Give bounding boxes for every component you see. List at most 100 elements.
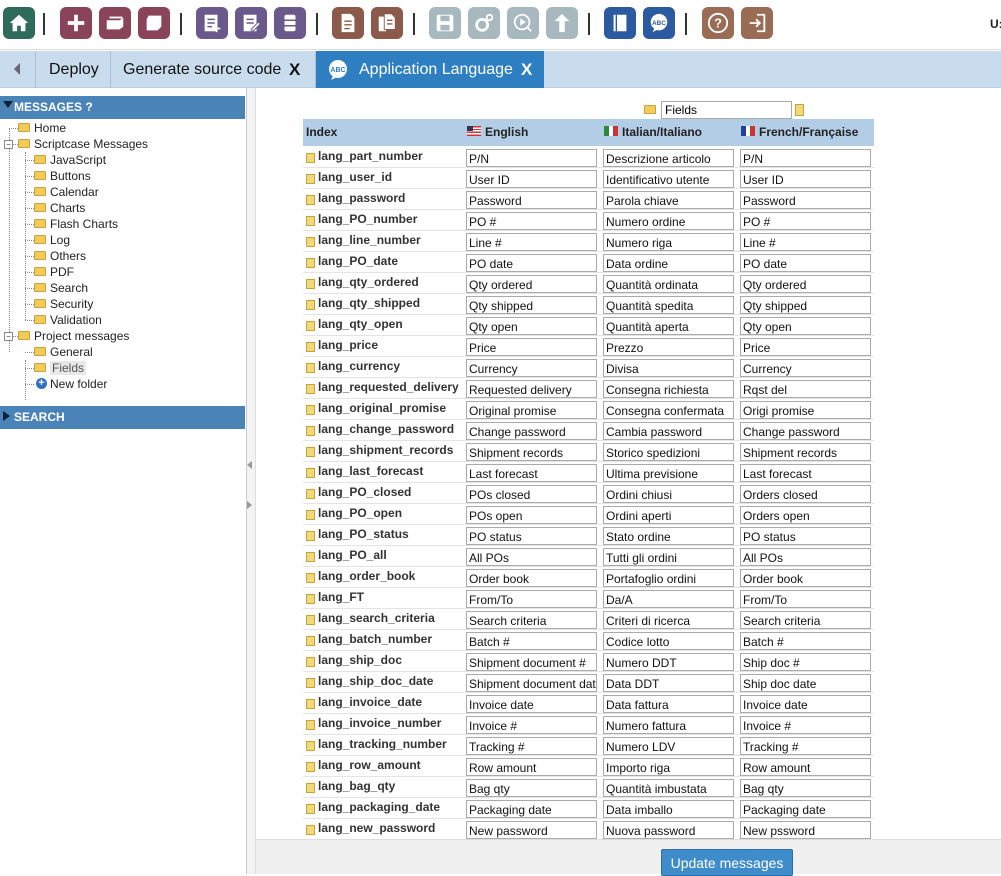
english-input[interactable]: Search criteria [466,611,597,629]
english-input[interactable]: Qty shipped [466,296,597,314]
settings-icon[interactable] [468,7,500,39]
english-input[interactable]: All POs [466,548,597,566]
french-input[interactable]: Qty ordered [740,275,871,293]
new-app-icon[interactable] [196,7,228,39]
search-header[interactable]: SEARCH [0,406,245,429]
update-messages-button[interactable]: Update messages [661,849,793,876]
english-input[interactable]: Batch # [466,632,597,650]
french-input[interactable]: Price [740,338,871,356]
tab-back-button[interactable] [0,51,36,88]
tree-item-search[interactable]: Search [34,280,200,296]
add-icon[interactable] [60,7,92,39]
english-input[interactable]: Price [466,338,597,356]
english-input[interactable]: Order book [466,569,597,587]
language-icon[interactable]: ABC [643,7,675,39]
english-input[interactable]: User ID [466,170,597,188]
tree-item-flash-charts[interactable]: Flash Charts [34,216,200,232]
italian-input[interactable]: Criteri di ricerca [603,611,734,629]
filter-input[interactable] [661,101,792,119]
italian-input[interactable]: Ordini chiusi [603,485,734,503]
open-project-icon[interactable] [99,7,131,39]
tree-item-others[interactable]: Others [34,248,200,264]
french-input[interactable]: From/To [740,590,871,608]
french-input[interactable]: Line # [740,233,871,251]
messages-header[interactable]: MESSAGES ? [0,96,245,119]
english-input[interactable]: PO # [466,212,597,230]
french-input[interactable]: Last forecast [740,464,871,482]
tree-item-new-folder[interactable]: + New folder [34,376,200,392]
french-input[interactable]: Password [740,191,871,209]
english-input[interactable]: P/N [466,149,597,167]
database-icon[interactable] [274,7,306,39]
italian-input[interactable]: Numero riga [603,233,734,251]
french-input[interactable]: P/N [740,149,871,167]
italian-input[interactable]: Numero fattura [603,716,734,734]
splitter[interactable] [247,88,256,874]
italian-input[interactable]: Consegna confermata [603,401,734,419]
english-input[interactable]: Row amount [466,758,597,776]
english-input[interactable]: Bag qty [466,779,597,797]
collapse-toggle-icon[interactable]: − [4,332,13,341]
italian-input[interactable]: Numero LDV [603,737,734,755]
tab-application-language[interactable]: ABC Application Language X [316,51,544,88]
italian-input[interactable]: Data fattura [603,695,734,713]
french-input[interactable]: Packaging date [740,800,871,818]
french-input[interactable]: All POs [740,548,871,566]
deploy-icon[interactable] [546,7,578,39]
english-input[interactable]: Password [466,191,597,209]
italian-input[interactable]: Parola chiave [603,191,734,209]
italian-input[interactable]: Divisa [603,359,734,377]
collapse-toggle-icon[interactable]: − [4,140,13,149]
italian-input[interactable]: Da/A [603,590,734,608]
french-input[interactable]: Invoice date [740,695,871,713]
tab-generate-source-code[interactable]: Generate source code X [111,51,316,88]
documents-icon[interactable] [371,7,403,39]
italian-input[interactable]: Prezzo [603,338,734,356]
close-icon[interactable]: X [289,60,300,80]
french-input[interactable]: Search criteria [740,611,871,629]
english-input[interactable]: Last forecast [466,464,597,482]
english-input[interactable]: Line # [466,233,597,251]
french-input[interactable]: PO date [740,254,871,272]
french-input[interactable]: PO status [740,527,871,545]
italian-input[interactable]: Numero ordine [603,212,734,230]
run-icon[interactable] [507,7,539,39]
english-input[interactable]: Shipment records [466,443,597,461]
tree-item-security[interactable]: Security [34,296,200,312]
english-input[interactable]: Shipment document # [466,653,597,671]
french-input[interactable]: New pssword [740,821,871,839]
tree-item-javascript[interactable]: JavaScript [34,152,200,168]
french-input[interactable]: Row amount [740,758,871,776]
italian-input[interactable]: Quantità imbustata [603,779,734,797]
french-input[interactable]: Origi promise [740,401,871,419]
italian-input[interactable]: Ordini aperti [603,506,734,524]
french-input[interactable]: User ID [740,170,871,188]
french-input[interactable]: Rqst del [740,380,871,398]
english-input[interactable]: Shipment document date [466,674,597,692]
tab-deploy[interactable]: Deploy [36,51,111,88]
italian-input[interactable]: Ultima previsione [603,464,734,482]
italian-input[interactable]: Consegna richiesta [603,380,734,398]
italian-input[interactable]: Descrizione articolo [603,149,734,167]
english-input[interactable]: POs closed [466,485,597,503]
tree-item-scriptcase-messages[interactable]: Scriptcase Messages [18,136,200,152]
italian-input[interactable]: Quantità ordinata [603,275,734,293]
english-input[interactable]: Qty open [466,317,597,335]
french-input[interactable]: Change password [740,422,871,440]
tree-item-project-messages[interactable]: Project messages [18,328,200,344]
french-input[interactable]: Ship doc # [740,653,871,671]
french-input[interactable]: Bag qty [740,779,871,797]
french-input[interactable]: PO # [740,212,871,230]
tree-item-pdf[interactable]: PDF [34,264,200,280]
italian-input[interactable]: Nuova password [603,821,734,839]
tree-item-buttons[interactable]: Buttons [34,168,200,184]
italian-input[interactable]: Identificativo utente [603,170,734,188]
tree-item-log[interactable]: Log [34,232,200,248]
save-icon[interactable] [429,7,461,39]
english-input[interactable]: PO date [466,254,597,272]
italian-input[interactable]: Importo riga [603,758,734,776]
english-input[interactable]: Qty ordered [466,275,597,293]
book-icon[interactable] [604,7,636,39]
italian-input[interactable]: Quantità spedita [603,296,734,314]
french-input[interactable]: Shipment records [740,443,871,461]
